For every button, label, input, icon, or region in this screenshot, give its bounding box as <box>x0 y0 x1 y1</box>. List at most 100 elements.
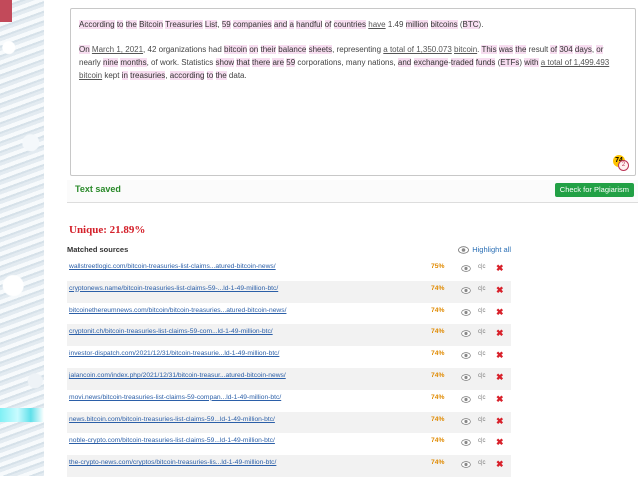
highlighted-word[interactable]: 59 <box>286 58 296 67</box>
highlighted-word[interactable]: exchange <box>413 58 449 67</box>
highlighted-word[interactable]: in <box>121 71 128 80</box>
highlighted-word[interactable]: balance <box>278 45 307 54</box>
remove-source-icon[interactable]: ✖ <box>496 416 504 426</box>
background-cyan-streak <box>0 408 44 422</box>
highlighted-word[interactable]: the <box>125 20 137 29</box>
compare-icon[interactable]: c|c <box>478 308 486 314</box>
highlighted-word[interactable]: List <box>204 20 218 29</box>
highlighted-word[interactable]: Treasuries <box>165 20 203 29</box>
eye-icon[interactable] <box>461 352 471 359</box>
check-plagiarism-button[interactable]: Check for Plagiarism <box>554 183 634 197</box>
highlighted-word[interactable]: million <box>405 20 429 29</box>
highlighted-word[interactable]: that <box>236 58 250 67</box>
highlighted-word[interactable]: handful <box>296 20 323 29</box>
remove-source-icon[interactable]: ✖ <box>496 329 504 338</box>
editor-text[interactable]: According to the Bitcoin Treasuries List… <box>71 9 635 82</box>
highlighted-word[interactable]: bitcoin <box>224 45 248 54</box>
compare-icon[interactable]: c|c <box>478 438 486 444</box>
compare-icon[interactable]: c|c <box>478 286 486 292</box>
text-editor[interactable]: According to the Bitcoin Treasuries List… <box>70 8 636 176</box>
eye-icon[interactable] <box>461 265 471 272</box>
eye-icon[interactable] <box>461 308 471 316</box>
text-span: data. <box>226 71 247 80</box>
highlighted-word[interactable]: companies <box>232 20 272 29</box>
remove-source-icon[interactable]: ✖ <box>496 264 504 273</box>
source-link[interactable]: investor-dispatch.com/2021/12/31/bitcoin… <box>69 350 279 357</box>
flagged-phrase[interactable]: have <box>368 20 385 29</box>
remove-source-icon[interactable]: ✖ <box>496 372 504 382</box>
highlighted-word[interactable]: According <box>79 20 115 29</box>
compare-icon[interactable]: c|c <box>478 329 486 335</box>
highlighted-word[interactable]: On <box>79 45 90 54</box>
source-link[interactable]: noble-crypto.com/bitcoin-treasuries-list… <box>69 437 275 444</box>
remove-source-icon[interactable]: ✖ <box>496 460 504 469</box>
text-span: 1.49 <box>385 20 406 29</box>
highlighted-word[interactable]: the <box>515 45 527 54</box>
eye-icon[interactable] <box>461 396 471 403</box>
background-decoration <box>0 0 44 476</box>
source-link[interactable]: cryptonit.ch/bitcoin-treasuries-list-cla… <box>69 328 273 335</box>
source-link[interactable]: bitcoinethereumnews.com/bitcoin/bitcoin-… <box>69 307 286 314</box>
eye-icon[interactable] <box>461 374 471 381</box>
highlighted-word[interactable]: 304 <box>559 45 573 54</box>
source-link[interactable]: the-crypto-news.com/cryptos/bitcoin-trea… <box>69 459 276 466</box>
compare-icon[interactable]: c|c <box>478 351 486 357</box>
highlighted-word[interactable]: funds <box>475 58 496 67</box>
highlighted-word[interactable]: days <box>574 45 592 54</box>
highlight-all-link[interactable]: Highlight all <box>458 245 511 254</box>
match-percentage: 74% <box>431 393 445 401</box>
highlighted-word[interactable]: with <box>524 58 539 67</box>
remove-source-icon[interactable]: ✖ <box>496 351 504 360</box>
highlighted-word[interactable]: the <box>215 71 227 80</box>
grammar-badge[interactable]: 74 2 <box>613 155 629 171</box>
eye-icon[interactable] <box>461 439 471 447</box>
compare-icon[interactable]: c|c <box>478 373 486 379</box>
highlighted-word[interactable]: on <box>249 45 259 54</box>
flagged-phrase[interactable]: March 1, 2021 <box>92 45 143 54</box>
source-link[interactable]: news.bitcoin.com/bitcoin-treasuries-list… <box>69 416 275 423</box>
highlighted-word[interactable]: traded <box>450 58 474 67</box>
highlighted-word[interactable]: Bitcoin <box>139 20 164 29</box>
highlighted-word[interactable]: or <box>596 45 604 54</box>
highlighted-word[interactable]: sheets <box>308 45 333 54</box>
remove-source-icon[interactable]: ✖ <box>496 285 504 295</box>
remove-source-icon[interactable]: ✖ <box>496 438 504 447</box>
flagged-phrase[interactable]: a total of 1,350.073 <box>383 45 452 54</box>
highlighted-word[interactable]: there <box>252 58 271 67</box>
highlighted-word[interactable]: countries <box>333 20 367 29</box>
remove-source-icon[interactable]: ✖ <box>496 394 504 404</box>
highlighted-word[interactable]: and <box>273 20 288 29</box>
eye-icon[interactable] <box>461 461 471 468</box>
flagged-phrase[interactable]: bitcoin <box>79 71 102 80</box>
highlighted-word[interactable]: show <box>215 58 235 67</box>
source-link[interactable]: wallstreetlogic.com/bitcoin-treasuries-l… <box>69 263 276 270</box>
highlighted-word[interactable]: and <box>397 58 412 67</box>
eye-icon[interactable] <box>461 330 471 338</box>
source-link[interactable]: movi.news/bitcoin-treasuries-list-claims… <box>69 394 281 401</box>
highlighted-word[interactable]: their <box>260 45 277 54</box>
flagged-phrase[interactable]: a total of 1,499.493 <box>541 58 610 67</box>
highlighted-word[interactable]: treasuries <box>130 71 166 80</box>
source-link[interactable]: jalancoin.com/index.php/2021/12/31/bitco… <box>69 372 286 379</box>
highlighted-word[interactable]: months <box>120 58 147 67</box>
compare-icon[interactable]: c|c <box>478 417 486 423</box>
highlighted-word[interactable]: according <box>169 71 205 80</box>
highlighted-word[interactable]: 59 <box>221 20 231 29</box>
match-percentage: 74% <box>431 459 445 467</box>
eye-icon[interactable] <box>461 287 471 294</box>
compare-icon[interactable]: c|c <box>478 460 486 466</box>
eye-icon[interactable] <box>461 417 471 425</box>
highlighted-word[interactable]: nine <box>103 58 119 67</box>
compare-icon[interactable]: c|c <box>478 395 486 401</box>
compare-icon[interactable]: c|c <box>478 264 486 270</box>
highlighted-word[interactable]: BTC <box>462 20 479 29</box>
source-link[interactable]: cryptonews.name/bitcoin-treasuries-list-… <box>69 285 278 292</box>
highlighted-word[interactable]: are <box>272 58 285 67</box>
highlighted-word[interactable]: was <box>498 45 514 54</box>
highlighted-word[interactable]: bitcoins <box>430 20 458 29</box>
highlighted-word[interactable]: This <box>481 45 497 54</box>
highlighted-word[interactable]: ETFs <box>500 58 520 67</box>
sources-title: Matched sources <box>67 245 129 254</box>
remove-source-icon[interactable]: ✖ <box>496 307 504 317</box>
flagged-phrase[interactable]: bitcoin <box>454 45 477 54</box>
